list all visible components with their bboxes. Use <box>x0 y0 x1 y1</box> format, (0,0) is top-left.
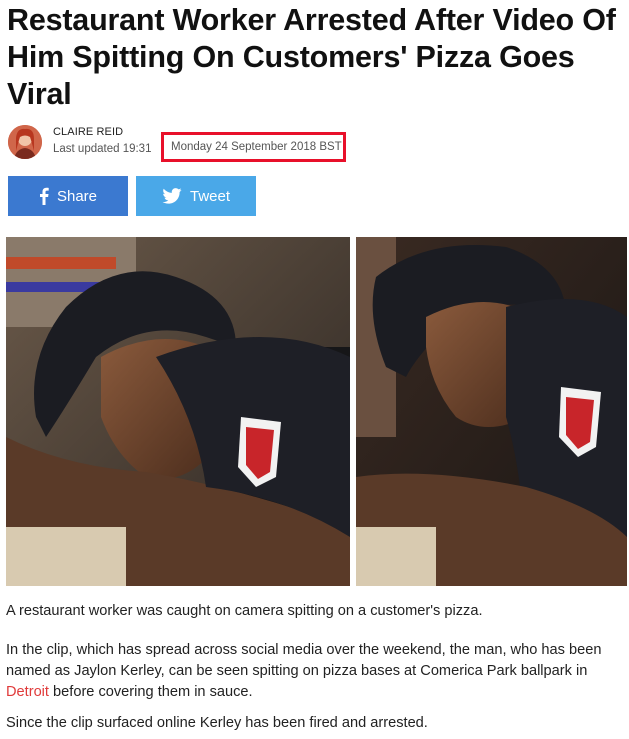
author-avatar[interactable] <box>8 125 42 159</box>
article-headline: Restaurant Worker Arrested After Video O… <box>7 3 616 111</box>
paragraph-text: In the clip, which has spread across soc… <box>6 642 602 679</box>
video-frame-right <box>356 237 627 586</box>
facebook-share-label: Share <box>56 187 98 205</box>
detroit-link[interactable]: Detroit <box>6 684 49 700</box>
twitter-tweet-label: Tweet <box>189 187 231 205</box>
video-frame-left <box>6 237 350 586</box>
facebook-share-button[interactable]: Share <box>8 176 128 216</box>
article-paragraph: Since the clip surfaced online Kerley ha… <box>6 715 428 731</box>
author-name[interactable]: CLAIRE REID <box>53 126 123 138</box>
facebook-icon <box>39 187 49 205</box>
article-video-still[interactable] <box>6 237 627 586</box>
updated-date-highlight: Monday 24 September 2018 BST <box>161 132 346 162</box>
article-paragraph: A restaurant worker was caught on camera… <box>6 603 483 619</box>
last-updated-time: Last updated 19:31 <box>53 143 152 155</box>
twitter-tweet-button[interactable]: Tweet <box>136 176 256 216</box>
twitter-icon <box>162 188 182 204</box>
article-paragraph: In the clip, which has spread across soc… <box>6 640 626 703</box>
paragraph-text: before covering them in sauce. <box>48 684 253 700</box>
byline: CLAIRE REID Last updated 19:31 Monday 24… <box>8 124 608 162</box>
